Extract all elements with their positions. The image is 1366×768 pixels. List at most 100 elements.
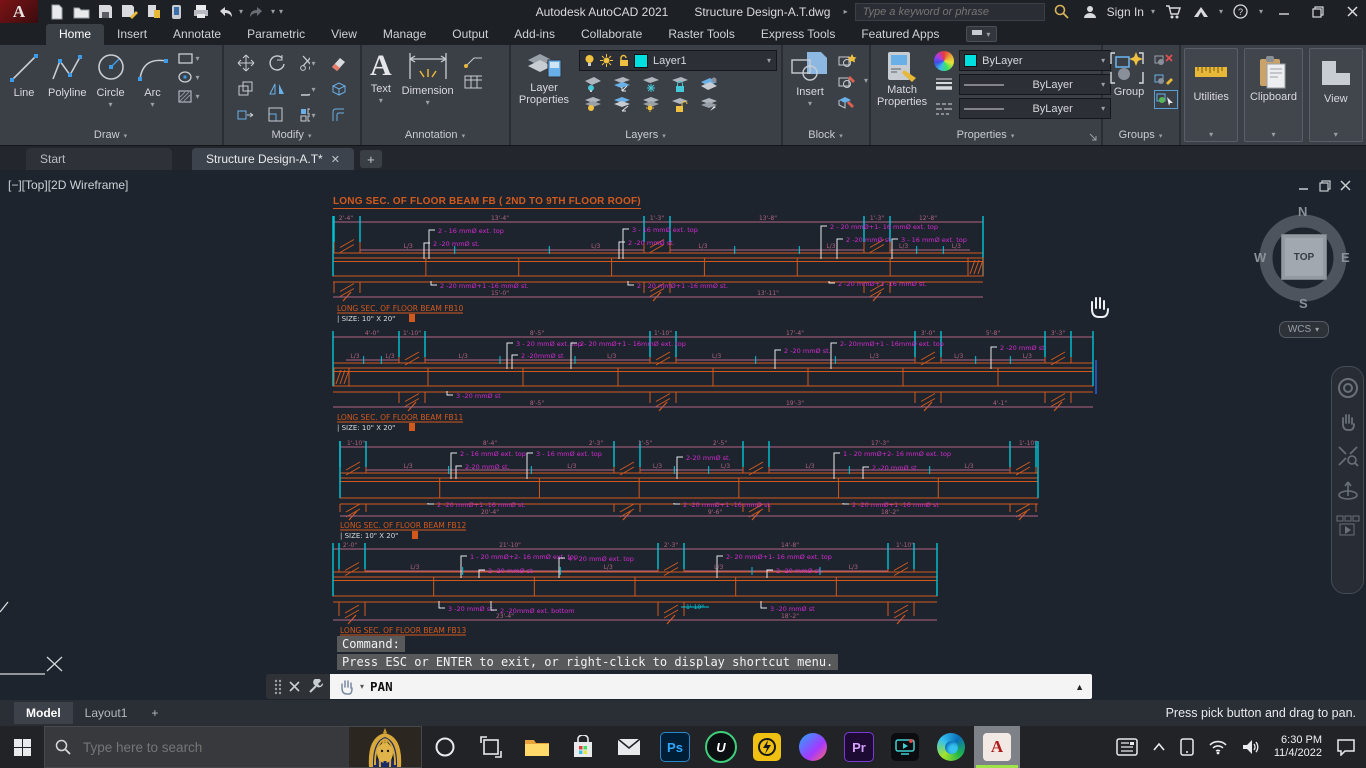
move-tool[interactable] xyxy=(237,56,255,71)
layer-sun-icon[interactable] xyxy=(641,96,661,112)
taskbar-search-box[interactable] xyxy=(44,726,422,768)
line-button[interactable]: Line xyxy=(6,49,42,111)
file-tab-start[interactable]: Start xyxy=(26,148,172,170)
new-drawing-tab-button[interactable]: + xyxy=(360,150,382,168)
tab-output[interactable]: Output xyxy=(439,24,501,45)
command-input[interactable]: ▾ PAN ▲ xyxy=(330,674,1092,699)
ribbon-display-toggle[interactable]: ▾ xyxy=(966,26,997,42)
open-folder-icon[interactable] xyxy=(70,3,92,21)
orbit-icon[interactable] xyxy=(1337,480,1359,502)
driver-booster-icon[interactable] xyxy=(744,726,790,768)
panel-label-properties[interactable]: Properties ▾ xyxy=(871,129,1101,144)
close-button[interactable] xyxy=(1338,0,1366,23)
array-tool[interactable]: ▾ xyxy=(299,108,317,123)
file-tab-close-icon[interactable]: ✕ xyxy=(331,153,340,166)
wcs-dropdown[interactable]: WCS▾ xyxy=(1279,321,1329,338)
panel-label-draw[interactable]: Draw ▾ xyxy=(0,129,222,144)
rectangle-tool[interactable]: ▾ xyxy=(177,51,201,65)
tab-parametric[interactable]: Parametric xyxy=(234,24,318,45)
rotate-tool[interactable] xyxy=(268,56,286,71)
plot-icon[interactable] xyxy=(142,3,164,21)
viewcube-south[interactable]: S xyxy=(1299,296,1308,311)
sign-in-label[interactable]: Sign In xyxy=(1107,5,1144,19)
microsoft-store-icon[interactable] xyxy=(560,726,606,768)
print-icon[interactable] xyxy=(190,3,212,21)
navigation-bar[interactable] xyxy=(1331,366,1364,594)
photoshop-icon[interactable]: Ps xyxy=(652,726,698,768)
viewcube-north[interactable]: N xyxy=(1298,204,1307,219)
hatch-tool[interactable]: ▾ xyxy=(177,89,201,103)
cart-icon[interactable] xyxy=(1162,3,1184,21)
drawing-close-icon[interactable] xyxy=(1340,180,1352,192)
keyword-search-input[interactable] xyxy=(861,5,1039,19)
messenger-icon[interactable] xyxy=(790,726,836,768)
erase-tool[interactable] xyxy=(330,56,348,71)
group-button[interactable]: Group xyxy=(1109,50,1149,109)
object-color-dropdown[interactable]: ByLayer▾ xyxy=(959,50,1111,71)
panel-label-block[interactable]: Block ▾ xyxy=(783,129,869,144)
mobile-icon[interactable] xyxy=(166,3,188,21)
mail-icon[interactable] xyxy=(606,726,652,768)
layer-current-icon[interactable] xyxy=(612,96,632,112)
stretch-tool[interactable] xyxy=(237,108,255,123)
panel-clipboard[interactable]: Clipboard ▾ xyxy=(1244,48,1302,142)
edge-icon[interactable] xyxy=(928,726,974,768)
fillet-tool[interactable]: ▾ xyxy=(299,82,317,97)
zoom-extents-icon[interactable] xyxy=(1337,445,1359,467)
layer-states-icon[interactable] xyxy=(699,76,719,92)
help-icon[interactable]: ? xyxy=(1230,3,1252,21)
circle-button[interactable]: Circle▾ xyxy=(93,49,129,111)
tab-add-ins[interactable]: Add-ins xyxy=(501,24,568,45)
viewport-controls-label[interactable]: [−][Top][2D Wireframe] xyxy=(8,178,128,192)
showmotion-icon[interactable] xyxy=(1336,515,1360,537)
minimize-button[interactable] xyxy=(1270,0,1298,23)
tab-view[interactable]: View xyxy=(318,24,370,45)
block-editor-icon[interactable] xyxy=(837,94,857,110)
drawing-restore-icon[interactable] xyxy=(1319,180,1331,192)
tray-expand-icon[interactable] xyxy=(1152,742,1166,752)
lineweight-dropdown[interactable]: ByLayer▾ xyxy=(959,74,1111,95)
model-tab[interactable]: Model xyxy=(14,702,73,724)
panel-label-annotation[interactable]: Annotation ▾ xyxy=(362,129,509,144)
pan-tool-icon[interactable] xyxy=(1338,412,1358,432)
linetype-dropdown[interactable]: ByLayer▾ xyxy=(959,98,1111,119)
layout1-tab[interactable]: Layout1 xyxy=(73,702,140,724)
customize-wrench-icon[interactable] xyxy=(308,679,323,694)
layer-match-icon[interactable] xyxy=(612,76,632,92)
new-layout-button[interactable]: + xyxy=(139,702,170,724)
tab-collaborate[interactable]: Collaborate xyxy=(568,24,655,45)
file-tab-drawing[interactable]: Structure Design-A.T* ✕ xyxy=(192,148,354,170)
qat-customize-icon[interactable]: ▾ xyxy=(279,7,283,16)
help-caret-icon[interactable]: ▾ xyxy=(1259,7,1263,16)
autodesk-caret-icon[interactable]: ▾ xyxy=(1219,7,1223,16)
tab-manage[interactable]: Manage xyxy=(370,24,439,45)
save-as-icon[interactable] xyxy=(118,3,140,21)
create-block-icon[interactable] xyxy=(837,52,857,68)
drawing-minimize-icon[interactable] xyxy=(1298,180,1310,192)
dialog-launcher-icon[interactable] xyxy=(1089,133,1097,141)
redo-icon[interactable] xyxy=(246,3,268,21)
panel-label-groups[interactable]: Groups ▾ xyxy=(1103,129,1179,144)
panel-label-layers[interactable]: Layers ▾ xyxy=(511,129,781,144)
viewcube[interactable]: N W E S TOP xyxy=(1255,208,1351,308)
layer-dropdown[interactable]: Layer1 ▾ xyxy=(579,50,777,71)
write-block-icon[interactable] xyxy=(837,73,857,89)
command-dock-grip[interactable] xyxy=(266,674,330,699)
undo-icon[interactable] xyxy=(214,3,236,21)
insert-button[interactable]: Insert▾ xyxy=(789,50,831,110)
cortana-icon[interactable] xyxy=(422,726,468,768)
autodesk-logo-icon[interactable] xyxy=(1190,3,1212,21)
tab-express-tools[interactable]: Express Tools xyxy=(748,24,848,45)
drag-handle-icon[interactable] xyxy=(274,679,282,695)
arc-button[interactable]: Arc▾ xyxy=(135,49,171,111)
wifi-icon[interactable] xyxy=(1208,739,1228,755)
search-icon[interactable] xyxy=(1051,3,1073,21)
table-tool[interactable] xyxy=(464,74,482,89)
tab-insert[interactable]: Insert xyxy=(104,24,160,45)
iobit-uninstaller-icon[interactable]: U xyxy=(698,726,744,768)
leader-tool[interactable] xyxy=(464,53,482,68)
taskbar-search-input[interactable] xyxy=(81,739,295,756)
panel-view[interactable]: View ▾ xyxy=(1309,48,1363,142)
offset-tool[interactable] xyxy=(330,108,348,123)
tab-annotate[interactable]: Annotate xyxy=(160,24,234,45)
